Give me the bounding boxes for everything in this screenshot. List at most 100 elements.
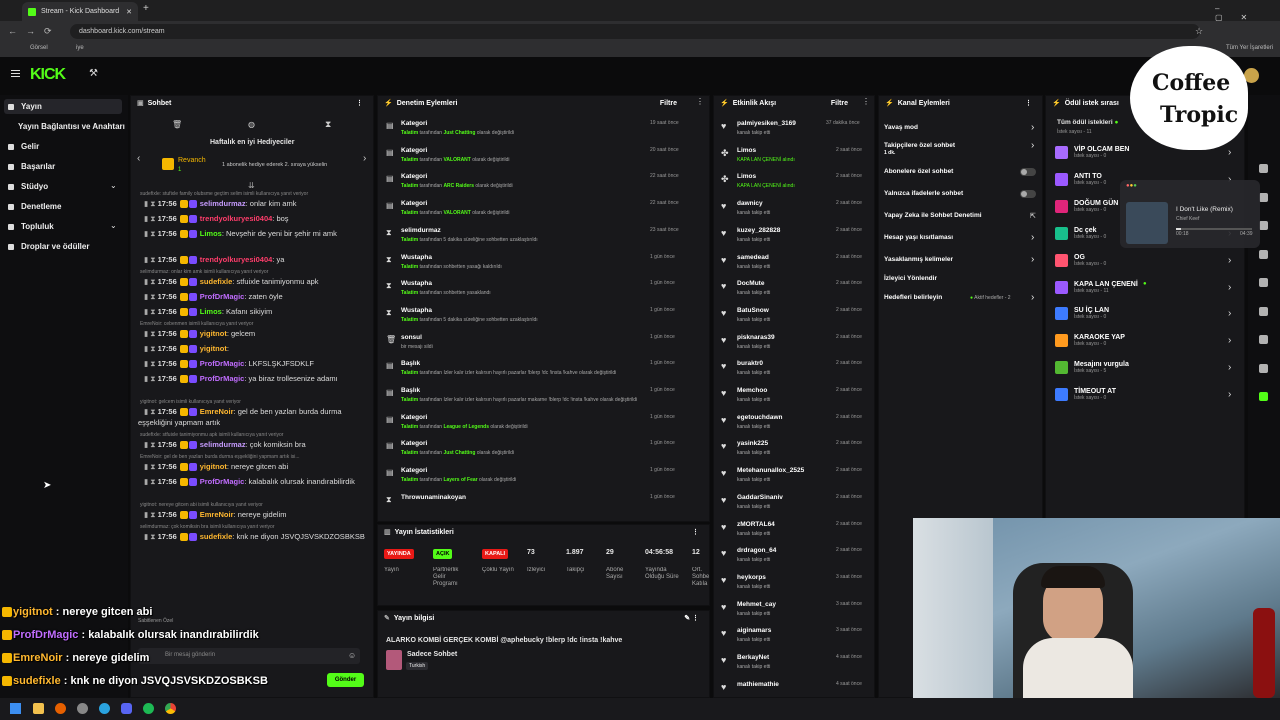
activity-user[interactable]: heykorps	[737, 574, 766, 581]
nodes-icon[interactable]	[1259, 363, 1268, 373]
chevron-right-icon[interactable]: ›	[1031, 122, 1034, 133]
pin-icon[interactable]: ▮ ⧗	[144, 440, 158, 449]
telegram-icon[interactable]	[99, 703, 110, 714]
reward-item[interactable]: DOĞUM GÜN İstek sayısı - 0	[1055, 199, 1118, 213]
pin-icon[interactable]: ▮ ⧗	[144, 510, 158, 519]
chat-bubble-icon[interactable]: ◍	[248, 120, 255, 129]
reward-item[interactable]: VİP OLCAM BEN İstek sayısı - 0	[1055, 146, 1130, 159]
pin-icon[interactable]: ▮ ⧗	[144, 214, 158, 223]
nav-droplar[interactable]: Droplar ve ödüller	[8, 242, 89, 251]
bookmark-gorsel[interactable]: Görsel	[30, 45, 48, 51]
channel-action-2[interactable]: Abonelere özel sohbet	[884, 168, 953, 175]
channel-action-7[interactable]: İzleyici Yönlendir	[884, 275, 937, 282]
nav-gelir[interactable]: Gelir	[8, 142, 39, 151]
reward-item[interactable]: KAPA LAN ÇENENİ İstek sayısı - 11	[1055, 280, 1138, 294]
pin-icon[interactable]: ▮ ⧗	[144, 407, 158, 416]
chevron-right-icon[interactable]: ›	[1031, 140, 1034, 151]
emoji-icon[interactable]: ☺	[348, 651, 356, 660]
pin-icon[interactable]: ▮ ⧗	[144, 229, 158, 238]
url-field[interactable]: dashboard.kick.com/stream	[70, 24, 1200, 39]
reward-item[interactable]: KARAOKE YAP İstek sayısı - 0	[1055, 334, 1125, 348]
menu-icon[interactable]	[11, 70, 20, 77]
activity-user[interactable]: kuzey_282828	[737, 227, 780, 234]
activity-user[interactable]: Memchoo	[737, 387, 767, 394]
shield-rail-icon[interactable]	[1259, 192, 1268, 202]
pin-icon[interactable]: ▮ ⧗	[144, 359, 158, 368]
reward-item[interactable]: SU İÇ LAN İstek sayısı - 0	[1055, 307, 1109, 321]
chat-username[interactable]: selimdurmaz	[200, 440, 246, 449]
pin-icon[interactable]: ▮ ⧗	[144, 374, 158, 383]
chat-username[interactable]: ProfDrMagic	[200, 359, 245, 368]
chat-username[interactable]: selimdurmaz	[200, 199, 246, 208]
activity-user[interactable]: BerkayNet	[737, 654, 769, 661]
new-tab-icon[interactable]: +	[143, 3, 149, 14]
browser-tab[interactable]: Stream - Kick Dashboard ✕	[22, 2, 138, 21]
chevron-right-icon[interactable]: ›	[1228, 147, 1231, 158]
channel-menu-icon[interactable]: ⋮	[1025, 99, 1042, 107]
reward-item[interactable]: ANTI TO İstek sayısı - 0	[1055, 172, 1106, 186]
nav-topluluk[interactable]: Topluluk	[8, 222, 54, 231]
activity-user[interactable]: Mehmet_cay	[737, 601, 776, 608]
pin-icon[interactable]: ▮ ⧗	[144, 255, 158, 264]
channel-action-8[interactable]: Hedefleri belirleyin	[884, 294, 942, 301]
chat-username[interactable]: ProfDrMagic	[200, 477, 245, 486]
firefox-icon[interactable]	[55, 703, 66, 714]
channel-action-0[interactable]: Yavaş mod	[884, 124, 918, 131]
chevron-right-icon[interactable]: ›	[1228, 255, 1231, 266]
activity-user[interactable]: buraktr0	[737, 360, 763, 367]
activity-user[interactable]: dawnicy	[737, 200, 763, 207]
bookmark-iye[interactable]: iye	[76, 45, 84, 51]
activity-user[interactable]: GaddarSinaniv	[737, 494, 783, 501]
activity-user[interactable]: DocMute	[737, 280, 764, 287]
reward-item[interactable]: Mesajını vurgula İstek sayısı - 5	[1055, 361, 1129, 375]
chat-username[interactable]: yigitnot	[200, 344, 227, 353]
chat-rail-icon[interactable]	[1259, 249, 1268, 259]
activity-user[interactable]: mathiemathie	[737, 681, 779, 688]
windows-start-icon[interactable]	[10, 703, 21, 714]
pin-icon[interactable]: ▮ ⧗	[144, 344, 158, 353]
activity-user[interactable]: pisknaras39	[737, 334, 775, 341]
toggle-switch[interactable]	[1020, 168, 1036, 176]
grid-icon[interactable]	[1259, 221, 1268, 230]
chevron-right-icon[interactable]: ›	[1228, 282, 1231, 293]
activity-user[interactable]: egetouchdawn	[737, 414, 783, 421]
channel-action-3[interactable]: Yalnızca ifadelerle sohbet	[884, 190, 963, 197]
chevron-right-icon[interactable]: ›	[1228, 335, 1231, 346]
wrench-icon[interactable]	[1259, 335, 1268, 344]
chevron-right-icon[interactable]: ›	[1031, 292, 1034, 303]
bookmark-star-icon[interactable]: ☆	[1195, 26, 1203, 37]
explorer-icon[interactable]	[33, 703, 44, 714]
chat-username[interactable]: trendyolkuryesi0404	[200, 255, 273, 264]
tools-icon[interactable]: ⚒	[89, 68, 98, 79]
trash-icon[interactable]: 🗑	[172, 120, 182, 129]
external-link-icon[interactable]: ⇱	[1030, 212, 1036, 220]
reward-item[interactable]: TİMEOUT AT İstek sayısı - 0	[1055, 388, 1116, 402]
close-panel-icon[interactable]	[1259, 164, 1268, 173]
nav-arrows-icon[interactable]: ←→⟳	[8, 26, 61, 37]
chevron-down-icon[interactable]: ⌄	[110, 221, 117, 230]
reward-item[interactable]: OG İstek sayısı - 0	[1055, 253, 1106, 267]
channel-action-4[interactable]: Yapay Zeka ile Sohbet Denetimi	[884, 212, 982, 219]
chat-username[interactable]: EmreNoir	[200, 510, 234, 519]
activity-user[interactable]: palmiyesiken_3169	[737, 120, 796, 127]
chat-username[interactable]: sudefixle	[200, 277, 233, 286]
pin-icon[interactable]: ▮ ⧗	[144, 329, 158, 338]
pin-icon[interactable]: ▮ ⧗	[144, 292, 158, 301]
activity-user[interactable]: aiginamars	[737, 627, 771, 634]
nav-yayin[interactable]: Yayın	[8, 102, 42, 111]
obs-icon[interactable]	[77, 703, 88, 714]
live-icon[interactable]	[1259, 392, 1268, 401]
send-button[interactable]: Gönder	[327, 673, 364, 687]
pin-icon[interactable]: ▮ ⧗	[144, 199, 158, 208]
activity-user[interactable]: BatuSnow	[737, 307, 769, 314]
pin-icon[interactable]: ▮ ⧗	[144, 532, 158, 541]
chrome-icon[interactable]	[165, 703, 176, 714]
chat-username[interactable]: sudefixle	[200, 532, 233, 541]
chat-menu-icon[interactable]: ⋮	[356, 99, 373, 107]
chevron-right-icon[interactable]: ›	[1031, 254, 1034, 265]
pin-icon[interactable]: ▮ ⧗	[144, 277, 158, 286]
link-icon[interactable]	[1259, 278, 1268, 287]
chat-username[interactable]: Limos	[200, 307, 222, 316]
chat-username[interactable]: yigitnot	[200, 329, 227, 338]
channel-action-5[interactable]: Hesap yaşı kısıtlaması	[884, 234, 953, 241]
